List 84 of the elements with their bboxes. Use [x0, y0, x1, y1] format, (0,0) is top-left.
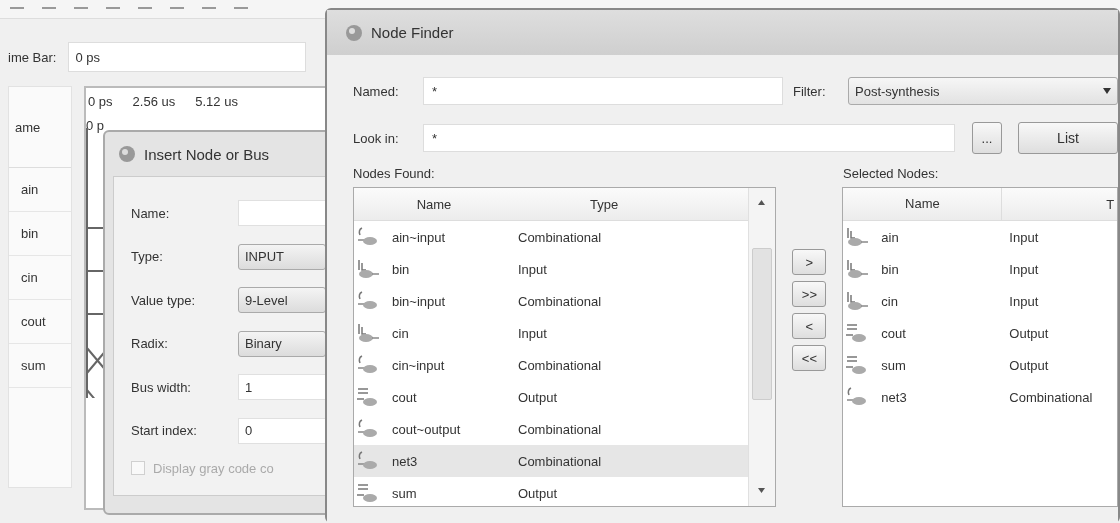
field-label: Radix: [131, 336, 169, 352]
app-icon [345, 23, 363, 42]
dropdown[interactable]: Binary [238, 330, 326, 357]
section-label: Selected Nodes: [843, 166, 939, 181]
time-tick-label: 0 ps [88, 94, 113, 109]
node-row[interactable]: cin Input [354, 317, 749, 349]
node-row[interactable]: cout Output [354, 381, 749, 413]
field-label: Value type: [131, 292, 197, 308]
checkbox-label: Display gray code co [153, 460, 274, 476]
node-icon [356, 386, 380, 408]
column-header[interactable]: Name [354, 196, 514, 212]
node-row[interactable]: ain~input Combinational [354, 221, 749, 253]
named-field[interactable]: * [423, 77, 783, 105]
spin-field[interactable]: 1 [238, 374, 326, 401]
node-icon [356, 418, 380, 440]
node-icon [356, 482, 380, 504]
column-header[interactable]: Name [843, 188, 1003, 220]
signal-name: cout [21, 314, 46, 329]
time-tick-label: 5.12 us [195, 94, 238, 109]
cursor-label: 0 p [86, 118, 105, 133]
field-label: Named: [353, 83, 400, 99]
column-header: ame [15, 119, 41, 135]
node-row[interactable]: cin~input Combinational [354, 349, 749, 381]
scroll-up-icon[interactable] [758, 200, 766, 205]
node-row[interactable]: bin~input Combinational [354, 285, 749, 317]
node-row[interactable]: net3 Combinational [354, 445, 749, 477]
move-button[interactable]: >> [792, 281, 827, 307]
field-label: Filter: [793, 83, 827, 99]
spin-field[interactable]: 0 [238, 417, 326, 444]
node-icon [356, 354, 380, 376]
section-label: Nodes Found: [353, 166, 436, 181]
scroll-down-icon[interactable] [758, 488, 766, 493]
node-icon [845, 226, 870, 248]
node-type: Input [1008, 293, 1039, 309]
caret-icon [1103, 88, 1111, 94]
move-button[interactable]: > [792, 249, 827, 275]
node-icon [356, 290, 380, 312]
node-name: cin [881, 293, 898, 309]
dropdown[interactable]: INPUT [238, 243, 326, 270]
node-type: Output [1008, 357, 1049, 373]
column-header[interactable]: Type [514, 196, 619, 212]
node-name: ain [881, 229, 899, 245]
node-icon [356, 322, 380, 344]
node-type: Input [1008, 229, 1039, 245]
node-icon [356, 226, 380, 248]
list-button[interactable]: List [1018, 122, 1118, 154]
node-name: net3 [881, 389, 907, 405]
app-icon [118, 145, 136, 163]
move-button[interactable]: << [792, 345, 827, 371]
node-type: Combinational [1008, 389, 1093, 405]
signal-name: sum [21, 358, 46, 373]
node-type: Output [1008, 325, 1049, 341]
dropdown[interactable]: 9-Level [238, 287, 326, 314]
node-row[interactable]: bin Input [354, 253, 749, 285]
node-name: sum [881, 357, 906, 373]
scrollbar[interactable] [748, 188, 776, 506]
time-bar-label: ime Bar: [8, 49, 57, 65]
field-label: Name: [131, 205, 171, 221]
browse-button[interactable]: ... [972, 122, 1002, 154]
node-icon [845, 290, 870, 312]
node-type: Input [1008, 261, 1039, 277]
node-name: cout [881, 325, 906, 341]
time-bar-field[interactable]: 0 ps [68, 42, 307, 72]
column-header[interactable]: T [1002, 196, 1115, 212]
node-name: bin [881, 261, 899, 277]
node-row[interactable]: sum Output [354, 477, 749, 506]
signal-name: bin [21, 226, 39, 241]
node-icon [845, 258, 870, 280]
move-button[interactable]: < [792, 313, 827, 339]
node-icon [356, 450, 380, 472]
window-title: Node Finder [371, 24, 454, 41]
filter-dropdown[interactable]: Post-synthesis [848, 77, 1118, 105]
dialog-title: Insert Node or Bus [144, 145, 270, 163]
node-row[interactable]: cout~output Combinational [354, 413, 749, 445]
field-label: Bus width: [131, 379, 192, 395]
field-label: Start index: [131, 423, 198, 439]
node-icon [356, 258, 380, 280]
field-label: Type: [131, 249, 164, 265]
time-tick-label: 2.56 us [132, 94, 176, 109]
signal-name: ain [21, 182, 39, 197]
name-field[interactable] [238, 200, 326, 226]
field-label: Look in: [353, 130, 400, 146]
look-in-field[interactable]: * [423, 124, 955, 152]
signal-name: cin [21, 270, 38, 285]
